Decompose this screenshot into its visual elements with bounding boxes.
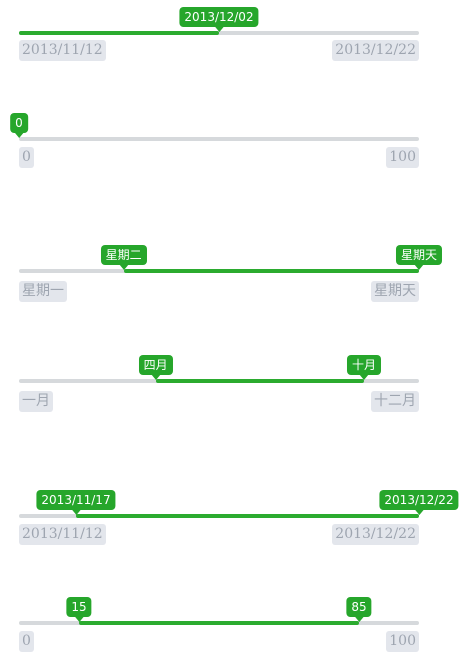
slider-min-label: 星期一 — [19, 281, 67, 302]
date-range-slider[interactable]: 2013/11/17 2013/12/22 2013/11/12 2013/12… — [19, 489, 459, 549]
weekday-range-slider[interactable]: 星期二 星期天 星期一 星期天 — [19, 245, 443, 305]
slider-handle[interactable]: 2013/12/02 — [179, 7, 259, 32]
slider-handle-to[interactable]: 十月 — [346, 355, 382, 380]
number-slider[interactable]: 0 0 100 — [10, 113, 419, 173]
month-range-slider[interactable]: 四月 十月 一月 十二月 — [19, 355, 419, 415]
slider-fill — [123, 269, 419, 273]
slider-track[interactable] — [19, 269, 419, 273]
slider-handle-to[interactable]: 星期天 — [395, 245, 443, 270]
slider-handle-to[interactable]: 85 — [346, 597, 372, 622]
slider-fill — [76, 514, 419, 518]
slider-fill — [79, 621, 359, 625]
slider-max-label: 2013/12/22 — [332, 40, 419, 61]
slider-min-label: 0 — [19, 631, 34, 652]
slider-fill — [155, 379, 364, 383]
slider-min-label: 一月 — [19, 391, 53, 412]
slider-min-label: 0 — [19, 147, 34, 168]
slider-max-label: 100 — [386, 147, 419, 168]
number-range-slider[interactable]: 15 85 0 100 — [19, 597, 419, 657]
slider-handle-to[interactable]: 2013/12/22 — [379, 490, 459, 515]
slider-fill — [19, 31, 219, 35]
slider-track[interactable] — [19, 137, 419, 141]
slider-handle-from[interactable]: 四月 — [138, 355, 173, 380]
slider-handle-from[interactable]: 2013/11/17 — [36, 490, 116, 515]
slider-max-label: 十二月 — [371, 391, 419, 412]
slider-handle[interactable]: 0 — [10, 113, 28, 138]
slider-min-label: 2013/11/12 — [19, 40, 106, 61]
date-slider[interactable]: 2013/12/02 2013/11/12 2013/12/22 — [19, 7, 419, 67]
slider-min-label: 2013/11/12 — [19, 524, 106, 545]
slider-handle-from[interactable]: 星期二 — [100, 245, 147, 270]
slider-max-label: 100 — [386, 631, 419, 652]
slider-handle-from[interactable]: 15 — [66, 597, 92, 622]
slider-max-label: 2013/12/22 — [332, 524, 419, 545]
slider-max-label: 星期天 — [371, 281, 419, 302]
